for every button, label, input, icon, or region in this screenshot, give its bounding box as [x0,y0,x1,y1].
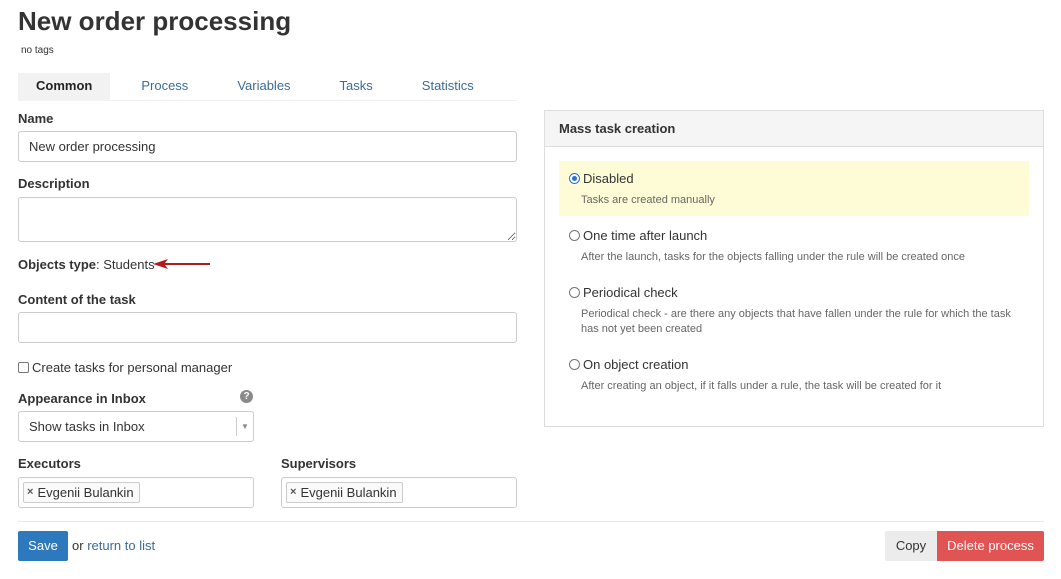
delete-process-button[interactable]: Delete process [937,531,1044,561]
mass-option-disabled-radio[interactable] [569,173,580,184]
objects-type-value: : Students [96,257,155,272]
supervisor-token-label: Evgenii Bulankin [300,485,397,500]
chevron-down-icon[interactable]: ▼ [236,417,253,436]
mass-option-on-creation[interactable]: On object creation After creating an obj… [559,347,1029,394]
mass-option-title: On object creation [583,357,689,372]
copy-button[interactable]: Copy [885,531,937,561]
mass-option-periodical[interactable]: Periodical check Periodical check - are … [559,275,1029,337]
tab-bar: Common Process Variables Tasks Statistic… [18,73,517,101]
question-circle-icon[interactable]: ? [240,390,253,403]
executor-token-label: Evgenii Bulankin [37,485,134,500]
executors-input[interactable]: × Evgenii Bulankin [18,477,254,508]
arrow-left-icon [153,259,210,269]
close-icon[interactable]: × [27,483,33,502]
mass-option-desc: After the launch, tasks for the objects … [581,251,965,263]
appearance-label: Appearance in Inbox [18,391,146,406]
personal-manager-row: Create tasks for personal manager [18,360,232,375]
mass-option-one-time[interactable]: One time after launch After the launch, … [559,218,1029,265]
save-button[interactable]: Save [18,531,68,561]
mass-option-desc: Tasks are created manually [581,194,715,206]
personal-manager-label: Create tasks for personal manager [32,360,233,375]
mass-option-one-time-radio[interactable] [569,230,580,241]
supervisors-input[interactable]: × Evgenii Bulankin [281,477,517,508]
tab-common[interactable]: Common [18,73,111,101]
content-input[interactable] [18,312,517,343]
objects-type: Objects type: Students [18,257,155,272]
supervisors-label: Supervisors [281,456,357,471]
mass-option-periodical-radio[interactable] [569,287,580,298]
mass-task-panel: Mass task creation Disabled Tasks are cr… [544,110,1044,427]
mass-option-desc: After creating an object, if it falls un… [581,380,942,392]
executor-token: × Evgenii Bulankin [23,482,140,503]
supervisor-token: × Evgenii Bulankin [286,482,403,503]
mass-option-title: Disabled [583,171,634,186]
objects-type-label: Objects type [18,257,97,272]
name-label: Name [18,111,54,126]
executors-label: Executors [18,456,81,471]
name-input[interactable] [18,131,517,162]
mass-option-desc: Periodical check - are there any objects… [581,308,1011,335]
footer-divider [18,521,1044,522]
tags-label: no tags [21,45,54,56]
tab-process[interactable]: Process [123,73,206,101]
footer-or-text: or return to list [72,538,155,553]
mass-option-title: Periodical check [583,285,678,300]
return-to-list-link[interactable]: return to list [87,538,155,553]
appearance-select[interactable]: Show tasks in Inbox ▼ [18,411,254,442]
tab-statistics[interactable]: Statistics [404,73,492,101]
mass-option-on-creation-radio[interactable] [569,359,580,370]
content-label: Content of the task [18,292,136,307]
appearance-select-value: Show tasks in Inbox [29,419,145,434]
mass-task-header: Mass task creation [545,111,1043,147]
description-label: Description [18,176,90,191]
or-label: or [72,538,84,553]
tab-variables[interactable]: Variables [219,73,308,101]
personal-manager-checkbox[interactable] [18,362,29,373]
description-textarea[interactable] [18,197,517,242]
page-title: New order processing [18,6,292,36]
mass-option-title: One time after launch [583,228,708,243]
tab-tasks[interactable]: Tasks [322,73,391,101]
mass-option-disabled[interactable]: Disabled Tasks are created manually [559,161,1029,216]
close-icon[interactable]: × [290,483,296,502]
